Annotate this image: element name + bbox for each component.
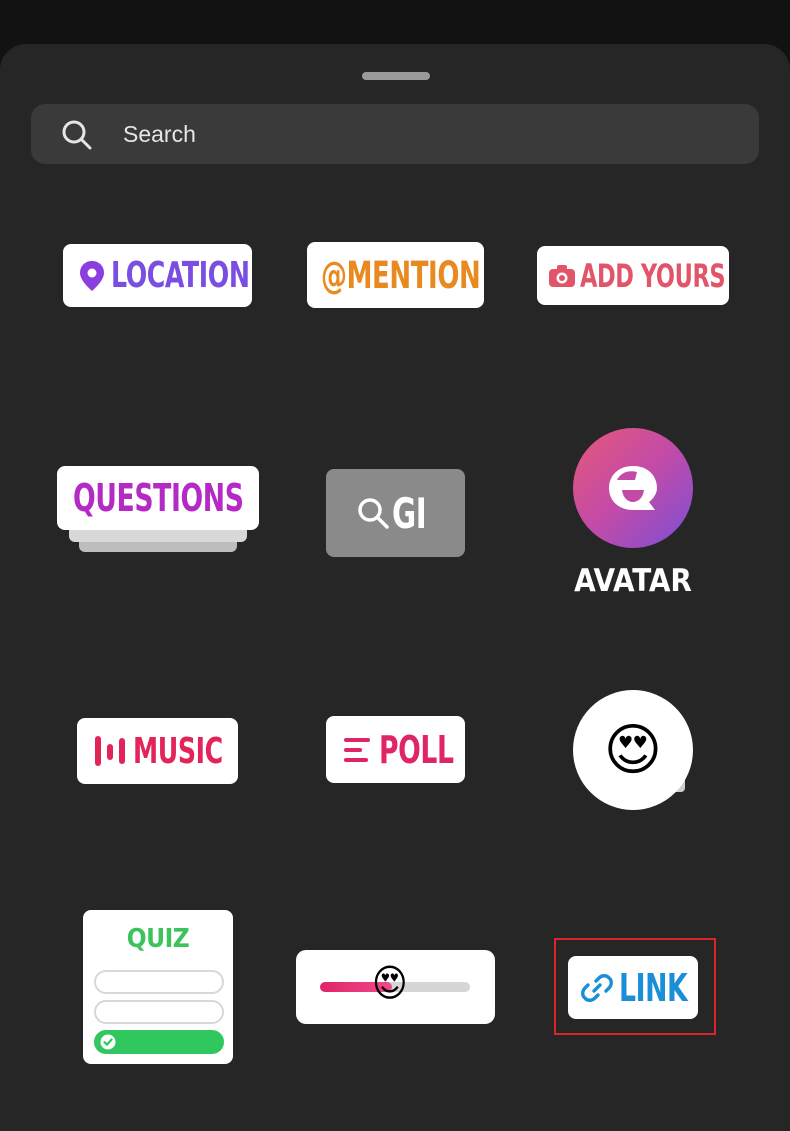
poll-sticker[interactable]: POLL (326, 716, 465, 783)
music-bars-icon (94, 736, 125, 766)
gif-label: GI (391, 488, 427, 538)
avatar-label: AVATAR (574, 563, 692, 599)
poll-lines-icon (343, 737, 370, 762)
drag-handle[interactable] (362, 72, 430, 80)
gif-search-icon (357, 498, 389, 529)
quiz-title: QUIZ (126, 924, 190, 954)
slider-emoji-thumb: 😍 (372, 961, 408, 1005)
quiz-option (94, 970, 224, 994)
music-sticker[interactable]: MUSIC (77, 718, 238, 784)
add-yours-label: ADD YOURS (580, 256, 726, 295)
questions-card: QUESTIONS (57, 466, 259, 530)
location-sticker[interactable]: LOCATION (63, 244, 252, 307)
check-icon (100, 1034, 116, 1050)
location-pin-icon (80, 260, 104, 291)
camera-icon (549, 264, 575, 287)
mention-label: @MENTION (320, 253, 481, 297)
quiz-correct-option (94, 1030, 224, 1054)
music-label: MUSIC (132, 730, 223, 772)
avatar-face-icon (609, 466, 657, 510)
questions-sticker[interactable]: QUESTIONS (57, 466, 259, 566)
emoji-slider-sticker[interactable]: 😍 (296, 950, 495, 1024)
heart-eyes-emoji: 😍 (573, 690, 693, 810)
gif-sticker[interactable]: GI (326, 469, 465, 557)
search-bar[interactable]: Search (31, 104, 759, 164)
mention-sticker[interactable]: @MENTION (307, 242, 484, 308)
location-label: LOCATION (111, 255, 250, 296)
emoji-reaction-sticker[interactable]: 😍 (573, 690, 693, 810)
quiz-option (94, 1000, 224, 1024)
avatar-sticker[interactable] (573, 428, 693, 548)
search-icon (62, 120, 92, 150)
quiz-sticker[interactable]: QUIZ (83, 910, 233, 1064)
questions-label: QUESTIONS (73, 476, 244, 520)
search-placeholder: Search (123, 121, 196, 147)
poll-label: POLL (378, 727, 454, 772)
link-highlight-box (554, 938, 716, 1035)
add-yours-sticker[interactable]: ADD YOURS (537, 246, 729, 305)
